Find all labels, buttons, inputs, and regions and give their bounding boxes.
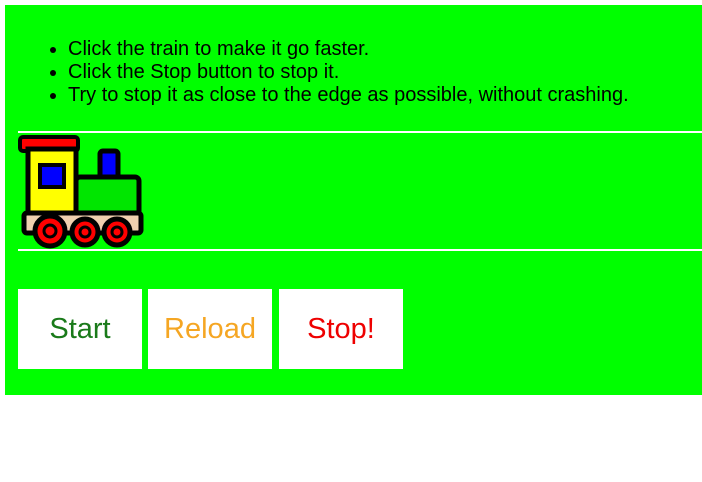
instructions-list: Click the train to make it go faster. Cl… [18,38,629,107]
reload-button[interactable]: Reload [148,289,272,369]
train-icon[interactable] [18,133,144,249]
track-bottom-line [18,249,702,251]
instruction-item: Click the Stop button to stop it. [68,61,629,84]
instruction-item: Click the train to make it go faster. [68,38,629,61]
game-panel: Click the train to make it go faster. Cl… [5,5,702,395]
instruction-item: Try to stop it as close to the edge as p… [68,84,629,107]
start-button[interactable]: Start [18,289,142,369]
stop-button[interactable]: Stop! [279,289,403,369]
